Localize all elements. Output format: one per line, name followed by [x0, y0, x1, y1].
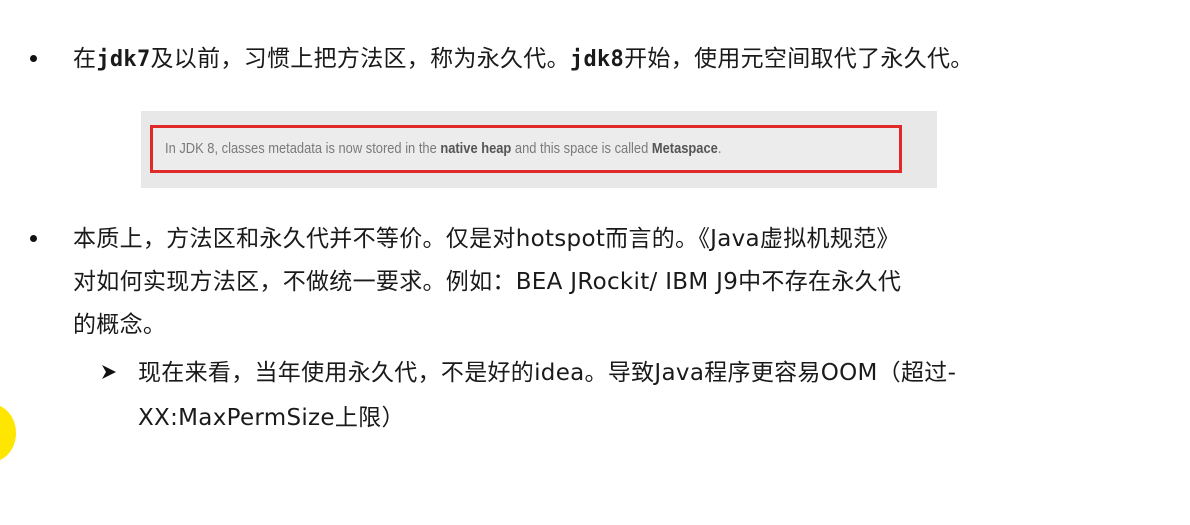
jdk7-code: jdk7 — [96, 47, 151, 72]
cursor-highlight-icon — [0, 404, 16, 462]
quote-highlight-box: In JDK 8, classes metadata is now stored… — [150, 125, 902, 173]
quote-metaspace: Metaspace — [651, 140, 718, 157]
bullet-1-part: 及以前，习惯上把方法区，称为永久代。 — [150, 46, 570, 72]
bullet-2-line-3: 的概念。 — [73, 312, 167, 338]
bullet-dot-icon — [30, 55, 37, 62]
bullet-2-line-2: 对如何实现方法区，不做统一要求。例如：BEA JRockit/ IBM J9中不… — [73, 269, 902, 295]
slide: 在jdk7及以前，习惯上把方法区，称为永久代。jdk8开始，使用元空间取代了永久… — [0, 0, 1190, 525]
sub-bullet-line-2: XX:MaxPermSize上限） — [138, 405, 405, 431]
arrowhead-right-icon — [102, 365, 116, 379]
jdk8-code: jdk8 — [569, 47, 625, 72]
quote-suffix: . — [717, 140, 722, 157]
quote-prefix: In JDK 8, classes metadata is now stored… — [165, 140, 441, 157]
quote-middle: and this space is called — [511, 140, 652, 157]
quote-screenshot: In JDK 8, classes metadata is now stored… — [141, 111, 937, 188]
sub-bullet-line-1: 现在来看，当年使用永久代，不是好的idea。导致Java程序更容易OOM（超过- — [138, 360, 957, 386]
quote-text: In JDK 8, classes metadata is now stored… — [165, 140, 721, 157]
bullet-2-line-1: 本质上，方法区和永久代并不等价。仅是对hotspot而言的。《Java虚拟机规范… — [73, 226, 900, 252]
quote-native-heap: native heap — [440, 140, 512, 157]
bullet-1-text: 在jdk7及以前，习惯上把方法区，称为永久代。jdk8开始，使用元空间取代了永久… — [73, 38, 974, 81]
bullet-1-part: 开始，使用元空间取代了永久代。 — [624, 46, 974, 72]
bullet-dot-icon — [30, 235, 37, 242]
bullet-1-part: 在 — [73, 46, 97, 72]
